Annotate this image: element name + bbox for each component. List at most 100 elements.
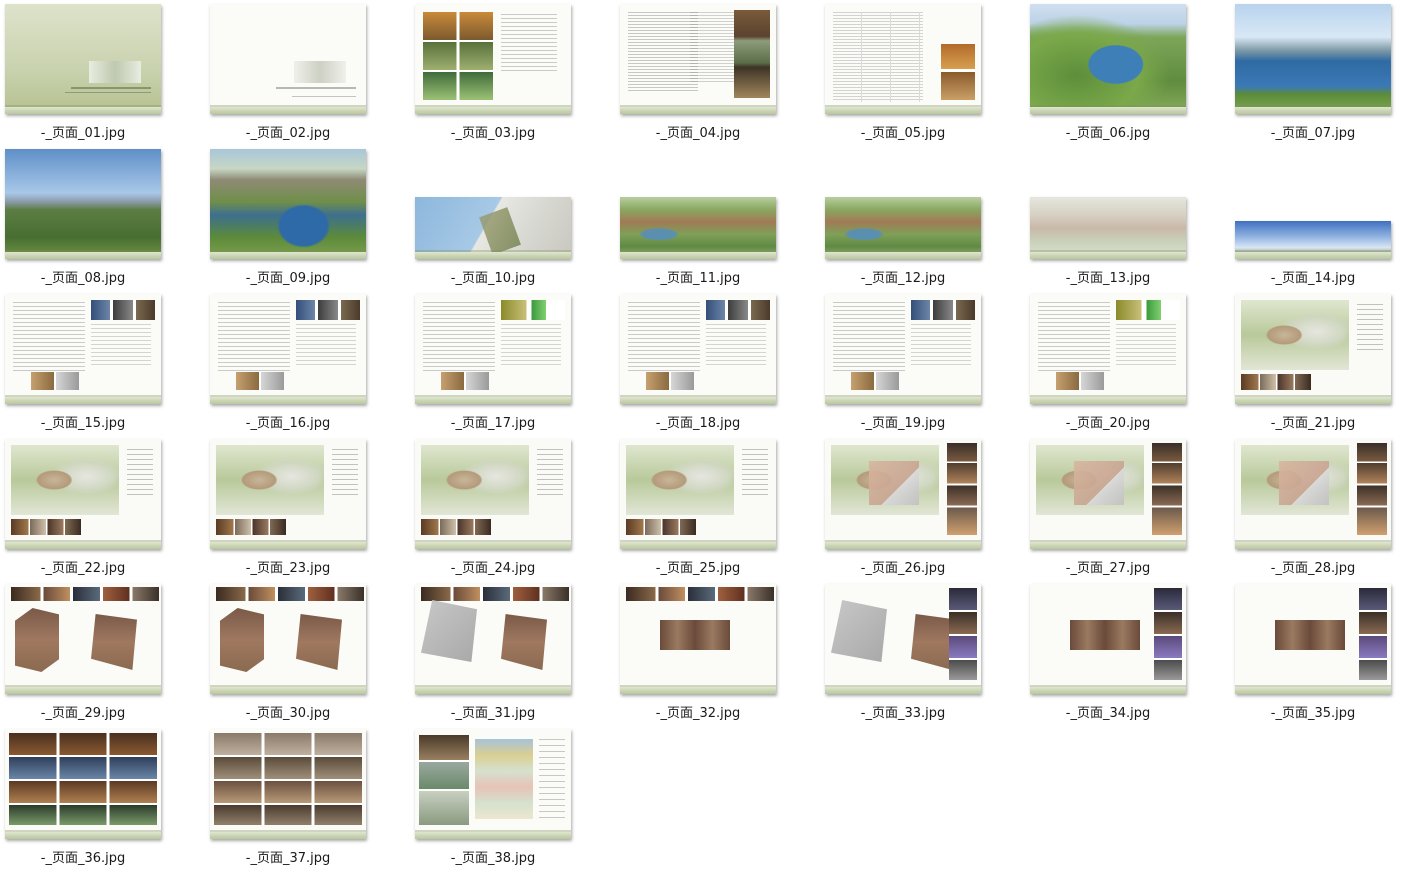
- file-item[interactable]: -_页面_32.jpg: [615, 580, 781, 721]
- file-item[interactable]: -_页面_01.jpg: [0, 0, 166, 141]
- file-thumbnail[interactable]: [825, 197, 981, 259]
- file-item[interactable]: -_页面_25.jpg: [615, 435, 781, 576]
- file-thumbnail[interactable]: [620, 584, 776, 694]
- file-thumbnail-area[interactable]: [615, 435, 781, 551]
- file-name-label[interactable]: -_页面_35.jpg: [1230, 702, 1396, 721]
- file-item[interactable]: -_页面_06.jpg: [1025, 0, 1191, 141]
- file-thumbnail-area[interactable]: [205, 580, 371, 696]
- file-thumbnail-area[interactable]: [1230, 0, 1396, 116]
- file-name-label[interactable]: -_页面_28.jpg: [1230, 557, 1396, 576]
- file-name-label[interactable]: -_页面_07.jpg: [1230, 122, 1396, 141]
- file-item[interactable]: -_页面_31.jpg: [410, 580, 576, 721]
- file-thumbnail[interactable]: [210, 729, 366, 839]
- file-item[interactable]: -_页面_33.jpg: [820, 580, 986, 721]
- file-item[interactable]: -_页面_08.jpg: [0, 145, 166, 286]
- file-item[interactable]: -_页面_13.jpg: [1025, 145, 1191, 286]
- file-thumbnail-area[interactable]: [0, 435, 166, 551]
- file-thumbnail[interactable]: [5, 584, 161, 694]
- file-thumbnail[interactable]: [210, 294, 366, 404]
- file-thumbnail[interactable]: [415, 439, 571, 549]
- file-thumbnail-area[interactable]: [410, 580, 576, 696]
- file-thumbnail-area[interactable]: [205, 725, 371, 841]
- file-item[interactable]: -_页面_03.jpg: [410, 0, 576, 141]
- file-item[interactable]: -_页面_19.jpg: [820, 290, 986, 431]
- file-thumbnail-area[interactable]: [1230, 435, 1396, 551]
- file-item[interactable]: -_页面_38.jpg: [410, 725, 576, 866]
- file-name-label[interactable]: -_页面_31.jpg: [410, 702, 576, 721]
- file-thumbnail[interactable]: [1235, 4, 1391, 114]
- file-thumbnail-area[interactable]: [820, 290, 986, 406]
- file-item[interactable]: -_页面_29.jpg: [0, 580, 166, 721]
- file-item[interactable]: -_页面_07.jpg: [1230, 0, 1396, 141]
- file-name-label[interactable]: -_页面_01.jpg: [0, 122, 166, 141]
- file-name-label[interactable]: -_页面_34.jpg: [1025, 702, 1191, 721]
- file-item[interactable]: -_页面_09.jpg: [205, 145, 371, 286]
- file-thumbnail-area[interactable]: [0, 725, 166, 841]
- file-item[interactable]: -_页面_23.jpg: [205, 435, 371, 576]
- file-thumbnail-area[interactable]: [820, 0, 986, 116]
- file-item[interactable]: -_页面_11.jpg: [615, 145, 781, 286]
- file-name-label[interactable]: -_页面_10.jpg: [410, 267, 576, 286]
- file-name-label[interactable]: -_页面_05.jpg: [820, 122, 986, 141]
- file-name-label[interactable]: -_页面_12.jpg: [820, 267, 986, 286]
- file-thumbnail-area[interactable]: [1230, 290, 1396, 406]
- file-thumbnail[interactable]: [1030, 294, 1186, 404]
- file-thumbnail-area[interactable]: [410, 290, 576, 406]
- file-item[interactable]: -_页面_30.jpg: [205, 580, 371, 721]
- file-thumbnail[interactable]: [1030, 439, 1186, 549]
- file-name-label[interactable]: -_页面_03.jpg: [410, 122, 576, 141]
- file-thumbnail-area[interactable]: [0, 580, 166, 696]
- file-name-label[interactable]: -_页面_20.jpg: [1025, 412, 1191, 431]
- file-thumbnail-area[interactable]: [205, 0, 371, 116]
- file-name-label[interactable]: -_页面_24.jpg: [410, 557, 576, 576]
- file-item[interactable]: -_页面_10.jpg: [410, 145, 576, 286]
- file-item[interactable]: -_页面_27.jpg: [1025, 435, 1191, 576]
- file-name-label[interactable]: -_页面_33.jpg: [820, 702, 986, 721]
- file-item[interactable]: -_页面_05.jpg: [820, 0, 986, 141]
- file-thumbnail-area[interactable]: [615, 145, 781, 261]
- file-thumbnail-area[interactable]: [820, 145, 986, 261]
- file-thumbnail-area[interactable]: [410, 435, 576, 551]
- file-thumbnail[interactable]: [5, 439, 161, 549]
- file-thumbnail[interactable]: [620, 294, 776, 404]
- file-name-label[interactable]: -_页面_06.jpg: [1025, 122, 1191, 141]
- file-name-label[interactable]: -_页面_09.jpg: [205, 267, 371, 286]
- file-name-label[interactable]: -_页面_32.jpg: [615, 702, 781, 721]
- file-thumbnail[interactable]: [620, 4, 776, 114]
- file-thumbnail-area[interactable]: [410, 725, 576, 841]
- file-name-label[interactable]: -_页面_17.jpg: [410, 412, 576, 431]
- file-thumbnail-area[interactable]: [1025, 290, 1191, 406]
- file-thumbnail-area[interactable]: [615, 580, 781, 696]
- file-item[interactable]: -_页面_15.jpg: [0, 290, 166, 431]
- file-name-label[interactable]: -_页面_26.jpg: [820, 557, 986, 576]
- file-name-label[interactable]: -_页面_13.jpg: [1025, 267, 1191, 286]
- file-name-label[interactable]: -_页面_18.jpg: [615, 412, 781, 431]
- file-name-label[interactable]: -_页面_21.jpg: [1230, 412, 1396, 431]
- file-thumbnail-area[interactable]: [1025, 0, 1191, 116]
- file-thumbnail-area[interactable]: [0, 0, 166, 116]
- file-thumbnail[interactable]: [1030, 584, 1186, 694]
- file-item[interactable]: -_页面_02.jpg: [205, 0, 371, 141]
- file-name-label[interactable]: -_页面_22.jpg: [0, 557, 166, 576]
- file-thumbnail[interactable]: [1030, 197, 1186, 259]
- file-thumbnail[interactable]: [1235, 584, 1391, 694]
- file-thumbnail[interactable]: [1235, 294, 1391, 404]
- file-thumbnail[interactable]: [620, 197, 776, 259]
- file-item[interactable]: -_页面_26.jpg: [820, 435, 986, 576]
- file-name-label[interactable]: -_页面_14.jpg: [1230, 267, 1396, 286]
- file-thumbnail-area[interactable]: [410, 0, 576, 116]
- file-item[interactable]: -_页面_34.jpg: [1025, 580, 1191, 721]
- file-thumbnail[interactable]: [825, 4, 981, 114]
- file-thumbnail-area[interactable]: [615, 0, 781, 116]
- file-name-label[interactable]: -_页面_36.jpg: [0, 847, 166, 866]
- file-item[interactable]: -_页面_37.jpg: [205, 725, 371, 866]
- file-item[interactable]: -_页面_22.jpg: [0, 435, 166, 576]
- file-thumbnail[interactable]: [210, 4, 366, 114]
- file-thumbnail-area[interactable]: [820, 580, 986, 696]
- file-thumbnail[interactable]: [210, 584, 366, 694]
- file-thumbnail-area[interactable]: [205, 145, 371, 261]
- file-thumbnail[interactable]: [620, 439, 776, 549]
- file-thumbnail[interactable]: [5, 149, 161, 259]
- file-thumbnail[interactable]: [825, 439, 981, 549]
- file-item[interactable]: -_页面_04.jpg: [615, 0, 781, 141]
